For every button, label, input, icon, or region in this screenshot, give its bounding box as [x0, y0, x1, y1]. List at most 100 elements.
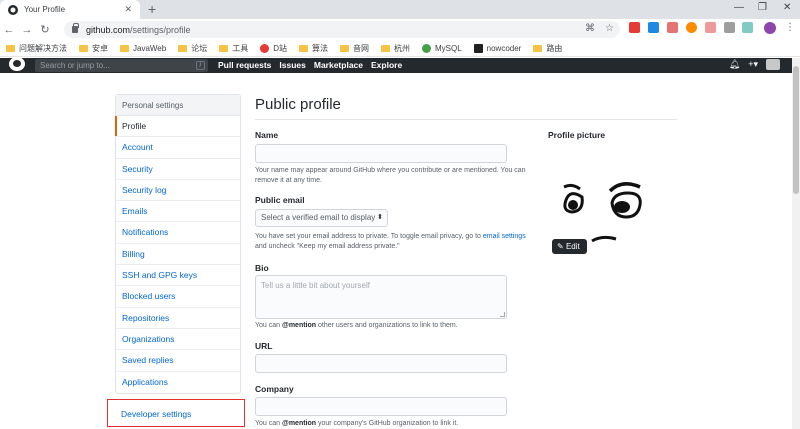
browser-toolbar: ← → ↻ github.com/settings/profile ⌘ ☆ ⋮ [0, 19, 800, 40]
browser-tab[interactable]: Your Profile ✕ [0, 0, 140, 19]
reload-icon[interactable]: ↻ [36, 23, 54, 36]
window-close-icon[interactable]: ✕ [783, 2, 791, 13]
lock-icon [72, 26, 78, 33]
bookmarks-bar: 问题解决方法 安卓 JavaWeb 论坛 工具 D站 算法 音网 杭州 MySQ… [0, 40, 800, 57]
bookmark-item[interactable]: nowcoder [474, 44, 522, 53]
name-input[interactable] [255, 144, 507, 163]
bookmark-star-icon[interactable]: ☆ [605, 23, 614, 34]
nav-explore[interactable]: Explore [371, 59, 402, 71]
folder-icon [120, 45, 129, 52]
company-label: Company [255, 384, 294, 394]
sidebar-item-repositories[interactable]: Repositories [116, 308, 240, 329]
sidebar-item-applications[interactable]: Applications [116, 372, 240, 393]
sidebar-item-saved-replies[interactable]: Saved replies [116, 350, 240, 371]
sidebar-item-profile[interactable]: Profile [116, 116, 240, 137]
nav-marketplace[interactable]: Marketplace [314, 59, 363, 71]
user-avatar[interactable] [766, 59, 780, 70]
bio-label: Bio [255, 263, 269, 273]
minimize-icon[interactable]: — [734, 2, 744, 13]
sidebar-item-security[interactable]: Security [116, 159, 240, 180]
bookmark-item[interactable]: 算法 [299, 43, 328, 54]
github-favicon-icon [8, 5, 18, 15]
browser-tab-strip: Your Profile ✕ + — ❐ ✕ [0, 0, 800, 19]
back-icon[interactable]: ← [0, 24, 18, 36]
folder-icon [340, 45, 349, 52]
site-icon [422, 44, 431, 53]
forward-icon[interactable]: → [18, 24, 36, 36]
public-email-select[interactable]: Select a verified email to display ⬍ [255, 209, 388, 227]
resize-handle-icon[interactable] [500, 312, 505, 317]
extension-icon[interactable] [724, 22, 735, 33]
public-email-label: Public email [255, 195, 305, 205]
bookmark-item[interactable]: D站 [260, 43, 287, 54]
bookmark-item[interactable]: 路由 [533, 43, 562, 54]
close-tab-icon[interactable]: ✕ [124, 4, 132, 15]
sidebar-item-billing[interactable]: Billing [116, 244, 240, 265]
url-host: github.com [86, 25, 130, 35]
extension-icon[interactable] [686, 22, 697, 33]
folder-icon [178, 45, 187, 52]
address-bar[interactable]: github.com/settings/profile ⌘ ☆ [64, 21, 620, 38]
profile-picture-label: Profile picture [548, 130, 605, 140]
name-note: Your name may appear around GitHub where… [255, 166, 527, 186]
sidebar-item-blocked-users[interactable]: Blocked users [116, 286, 240, 307]
folder-icon [299, 45, 308, 52]
github-header: Search or jump to... / Pull requests Iss… [0, 58, 792, 73]
sidebar-item-emails[interactable]: Emails [116, 201, 240, 222]
folder-icon [381, 45, 390, 52]
new-tab-icon[interactable]: + [148, 1, 156, 17]
bookmark-item[interactable]: 音网 [340, 43, 369, 54]
settings-sidebar: Personal settings Profile Account Securi… [115, 94, 241, 394]
email-settings-link[interactable]: email settings [483, 233, 526, 240]
sidebar-item-notifications[interactable]: Notifications [116, 222, 240, 243]
extension-icon[interactable] [648, 22, 659, 33]
site-icon [260, 44, 269, 53]
bookmark-item[interactable]: MySQL [422, 44, 462, 53]
profile-avatar-icon[interactable] [764, 22, 776, 34]
name-label: Name [255, 130, 278, 140]
company-note: You can @mention your company's GitHub o… [255, 419, 527, 429]
select-caret-icon: ⬍ [377, 210, 383, 226]
bookmark-item[interactable]: 杭州 [381, 43, 410, 54]
company-input[interactable] [255, 397, 507, 416]
bio-note: You can @mention other users and organiz… [255, 321, 527, 331]
folder-icon [79, 45, 88, 52]
browser-menu-icon[interactable]: ⋮ [785, 22, 795, 33]
folder-icon [533, 45, 542, 52]
sidebar-item-ssh-gpg-keys[interactable]: SSH and GPG keys [116, 265, 240, 286]
sidebar-item-developer-settings[interactable]: Developer settings [121, 409, 191, 419]
bookmark-item[interactable]: JavaWeb [120, 44, 166, 53]
sidebar-item-account[interactable]: Account [116, 137, 240, 158]
folder-icon [6, 45, 15, 52]
extension-icon[interactable] [667, 22, 678, 33]
nav-pull-requests[interactable]: Pull requests [218, 59, 271, 71]
bookmark-item[interactable]: 论坛 [178, 43, 207, 54]
notifications-bell-icon[interactable]: 🔔︎ [729, 59, 740, 70]
pencil-icon: ✎ [557, 242, 564, 251]
public-email-note: You have set your email address to priva… [255, 232, 527, 252]
url-path: /settings/profile [130, 25, 191, 35]
extension-icon[interactable] [705, 22, 716, 33]
sidebar-item-organizations[interactable]: Organizations [116, 329, 240, 350]
restore-icon[interactable]: ❐ [758, 2, 767, 13]
site-icon [474, 44, 483, 53]
tab-title: Your Profile [24, 5, 124, 14]
adblock-extension-icon[interactable] [629, 22, 640, 33]
search-shortcut-key: / [196, 61, 205, 70]
translate-icon[interactable]: ⌘ [585, 23, 595, 34]
bio-textarea[interactable]: Tell us a little bit about yourself [255, 275, 507, 319]
nav-issues[interactable]: Issues [279, 59, 305, 71]
sidebar-item-security-log[interactable]: Security log [116, 180, 240, 201]
edit-avatar-button[interactable]: ✎ Edit [552, 239, 587, 254]
bookmark-item[interactable]: 安卓 [79, 43, 108, 54]
url-label: URL [255, 341, 272, 351]
scrollbar-thumb[interactable] [793, 66, 799, 194]
bookmark-item[interactable]: 问题解决方法 [6, 43, 67, 54]
search-input[interactable]: Search or jump to... / [35, 59, 208, 72]
url-input[interactable] [255, 354, 507, 373]
github-logo-icon[interactable] [9, 57, 25, 71]
bookmark-item[interactable]: 工具 [219, 43, 248, 54]
create-new-icon[interactable]: +▾ [748, 59, 758, 70]
extension-icon[interactable] [742, 22, 753, 33]
folder-icon [219, 45, 228, 52]
